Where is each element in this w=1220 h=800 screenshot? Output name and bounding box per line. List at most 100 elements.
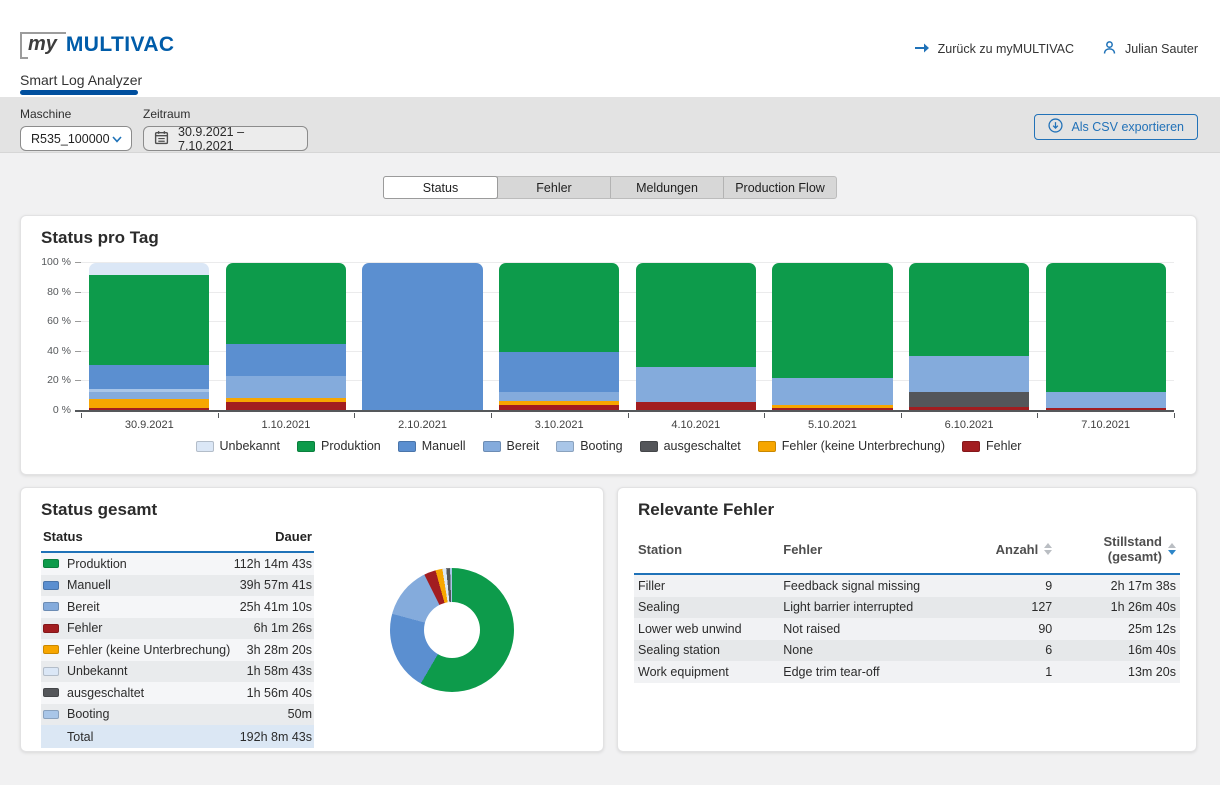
sort-down-arrow [1168, 550, 1176, 555]
column-header-stillstand-gesamt[interactable]: Stillstand (gesamt) [1052, 534, 1176, 564]
status-cell: Fehler [43, 621, 102, 635]
status-cell: Bereit [43, 600, 100, 614]
donut-chart-area [321, 528, 583, 731]
bar-segment-produktion[interactable] [499, 263, 619, 352]
bar-segment-bereit[interactable] [772, 378, 892, 405]
bar-segment-bereit[interactable] [89, 392, 209, 399]
status-total-row: Booting50m [41, 704, 314, 726]
fehler_ku-swatch [43, 645, 59, 654]
stacked-bar[interactable] [499, 263, 619, 411]
bar-segment-produktion[interactable] [772, 263, 892, 378]
machine-filter: Maschine R535_100000 [20, 107, 132, 151]
tab-smart-log-analyzer[interactable]: Smart Log Analyzer [20, 72, 142, 88]
stacked-bar[interactable] [1046, 263, 1166, 411]
duration-value: 112h 14m 43s [234, 557, 312, 571]
legend-item-fehler: Fehler [962, 439, 1021, 453]
bar-segment-bereit[interactable] [909, 356, 1029, 392]
ausgeschaltet-swatch [43, 688, 59, 697]
tab-meldungen[interactable]: Meldungen [610, 177, 723, 198]
duration-value: 6h 1m 26s [254, 621, 312, 635]
column-header-station: Station [638, 542, 783, 557]
sort-up-arrow [1168, 543, 1176, 548]
tab-production-flow[interactable]: Production Flow [723, 177, 836, 198]
bar-segment-manuell[interactable] [499, 352, 619, 392]
column-header-anzahl[interactable]: Anzahl [977, 542, 1052, 557]
stacked-bar[interactable] [772, 263, 892, 411]
duration-value: 25h 41m 10s [240, 600, 312, 614]
status-total-rows: Produktion112h 14m 43sManuell39h 57m 41s… [41, 553, 314, 748]
legend-label: Bereit [507, 439, 540, 453]
user-icon [1102, 40, 1117, 58]
x-axis-tick [901, 413, 902, 418]
produktion-swatch [297, 441, 315, 452]
column-header-label: Fehler [783, 542, 822, 557]
status-cell: Unbekannt [43, 664, 127, 678]
count-cell: 6 [977, 643, 1052, 657]
sort-down-arrow [1044, 550, 1052, 555]
view-tab-bar: StatusFehlerMeldungenProduction Flow [383, 176, 837, 199]
status-label: Manuell [67, 578, 111, 592]
downtime-cell: 2h 17m 38s [1052, 579, 1176, 593]
station-cell: Lower web unwind [638, 622, 783, 636]
status-cell: Manuell [43, 578, 111, 592]
stacked-bar[interactable] [226, 263, 346, 411]
sort-icon[interactable] [1044, 543, 1052, 555]
x-axis-tick [1037, 413, 1038, 418]
back-to-mymultivac-link[interactable]: Zurück zu myMULTIVAC [914, 42, 1074, 57]
stacked-bar[interactable] [89, 263, 209, 411]
stacked-bar[interactable] [909, 263, 1029, 411]
bar-segment-unbekannt[interactable] [89, 263, 209, 275]
ausgeschaltet-swatch [640, 441, 658, 452]
sort-icon[interactable] [1168, 543, 1176, 555]
chevron-down-icon [112, 132, 122, 146]
export-csv-button[interactable]: Als CSV exportieren [1034, 114, 1198, 140]
status-total-title: Status gesamt [41, 500, 157, 520]
bar-segment-manuell[interactable] [362, 263, 482, 411]
bar-segment-produktion[interactable] [636, 263, 756, 367]
legend-item-fehler_ku: Fehler (keine Unterbrechung) [758, 439, 945, 453]
bar-segment-bereit[interactable] [499, 392, 619, 401]
bar-segment-manuell[interactable] [89, 365, 209, 389]
bar-segment-ausgeschaltet[interactable] [909, 392, 1029, 407]
column-header-label: Station [638, 542, 682, 557]
status-cell: Fehler (keine Unterbrechung) [43, 643, 230, 657]
produktion-swatch [43, 559, 59, 568]
stacked-bar[interactable] [362, 263, 482, 411]
bar-group-4-10-2021: 4.10.2021 [628, 263, 765, 411]
bar-group-6-10-2021: 6.10.2021 [901, 263, 1038, 411]
bar-segment-produktion[interactable] [909, 263, 1029, 356]
bar-segment-bereit[interactable] [1046, 392, 1166, 408]
stacked-bar[interactable] [636, 263, 756, 411]
x-axis-label: 4.10.2021 [671, 419, 720, 431]
bar-segment-produktion[interactable] [1046, 263, 1166, 392]
x-axis-label: 5.10.2021 [808, 419, 857, 431]
status-donut-chart [390, 568, 514, 692]
status-label: Fehler [67, 621, 102, 635]
x-axis-label: 7.10.2021 [1081, 419, 1130, 431]
tab-status[interactable]: Status [383, 176, 498, 199]
relevant-errors-rows: FillerFeedback signal missing92h 17m 38s… [634, 575, 1180, 683]
count-cell: 90 [977, 622, 1052, 636]
stacked-bar-chart: 0 %20 %40 %60 %80 %100 %30.9.20211.10.20… [81, 263, 1174, 411]
count-cell: 127 [977, 600, 1052, 614]
machine-select[interactable]: R535_100000 [20, 126, 132, 151]
x-axis-label: 3.10.2021 [535, 419, 584, 431]
date-range-input[interactable]: 30.9.2021 – 7.10.2021 [143, 126, 308, 151]
tab-fehler[interactable]: Fehler [497, 177, 610, 198]
status-total-row: Bereit 25h 41m 10s [41, 596, 314, 618]
bar-group-7-10-2021: 7.10.2021 [1037, 263, 1174, 411]
back-link-label: Zurück zu myMULTIVAC [938, 42, 1074, 56]
bar-segment-manuell[interactable] [226, 344, 346, 375]
bar-segment-fehler_ku[interactable] [89, 399, 209, 408]
legend-item-manuell: Manuell [398, 439, 466, 453]
bar-segment-bereit[interactable] [226, 376, 346, 398]
user-name: Julian Sauter [1125, 42, 1198, 56]
bar-segment-bereit[interactable] [636, 367, 756, 403]
user-menu[interactable]: Julian Sauter [1102, 40, 1198, 58]
bar-segment-produktion[interactable] [89, 275, 209, 365]
sort-up-arrow [1044, 543, 1052, 548]
legend-item-unbekannt: Unbekannt [196, 439, 280, 453]
bar-segment-produktion[interactable] [226, 263, 346, 344]
status-total-row: ausgeschaltet1h 56m 40s [41, 682, 314, 704]
error-cell: Not raised [783, 622, 977, 636]
